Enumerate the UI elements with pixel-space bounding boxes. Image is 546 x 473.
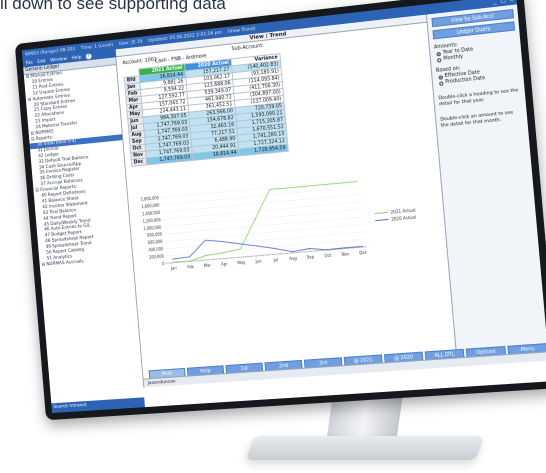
radio-selected-icon[interactable]: [436, 51, 441, 56]
series-line-0: [168, 182, 363, 263]
based-on-group: Based on: Effective Date Production Date: [436, 60, 519, 86]
x-tick-label: Feb: [187, 264, 195, 270]
legend-label: 2020 Actual: [391, 214, 416, 222]
trend-table: 2021 Actual 2020 Actual Variance Bfd 16,8…: [123, 53, 289, 167]
y-tick-label: 600,000: [148, 240, 163, 245]
amount-help-note: Double-click an amount to see the detail…: [440, 110, 514, 129]
gridline: [163, 209, 363, 227]
x-tick-label: Jan: [170, 265, 178, 271]
radio-icon[interactable]: [436, 57, 442, 63]
monitor: WINS3 (Ranger) 08-201 Time: 1 (Level) User…: [0, 0, 546, 473]
subaccount-label: Sub-Account:: [231, 42, 265, 53]
y-tick-label: 1,600,000: [141, 203, 160, 209]
legend-swatch: [375, 212, 388, 213]
gridline: [161, 187, 361, 205]
monitor-bezel: WINS3 (Ranger) 08-201 Time: 1 (Level) User…: [14, 0, 546, 421]
close-icon[interactable]: x: [510, 0, 514, 3]
gridline: [165, 232, 365, 249]
y-tick-label: 1,000,000: [143, 225, 162, 231]
x-tick-label: Mar: [204, 262, 212, 268]
maximize-icon[interactable]: □: [500, 0, 506, 4]
y-tick-label: 1,400,000: [142, 211, 161, 217]
menu-edit[interactable]: Edit: [37, 59, 46, 65]
monthly-label: Monthly: [443, 54, 464, 62]
y-tick-label: 1,800,000: [141, 196, 160, 202]
x-tick-label: Jul: [272, 257, 278, 263]
amounts-group: Amounts: Year to Date Monthly: [434, 37, 517, 63]
legend-label: 2021 Actual: [390, 207, 415, 215]
x-tick-label: Nov: [341, 251, 350, 257]
gridline: [161, 179, 361, 197]
heading-help-note: Double-click a heading to see the detail…: [438, 88, 519, 108]
x-tick-label: May: [237, 260, 246, 266]
radio-icon[interactable]: [439, 80, 444, 86]
account-label: Account: 1001: [122, 56, 158, 67]
menu-help[interactable]: Help: [71, 55, 81, 61]
app-window: WINS3 (Ranger) 08-201 Time: 1 (Level) User…: [21, 0, 546, 414]
row-header-cell: Dec: [131, 157, 147, 167]
x-tick-label: Dec: [359, 250, 367, 256]
y-tick-label: 200,000: [149, 254, 164, 259]
trend-chart-svg: 1,800,0001,600,000 1,400,0001,200,0001,00…: [141, 167, 416, 271]
legend-swatch: [375, 219, 388, 220]
status-user: jasonduncan: [147, 378, 176, 386]
tree-items: ⊟ Manual Entries: 10 Entries 11 Post Entri…: [24, 65, 133, 269]
titlebar-item: User: JS 19: [118, 39, 143, 47]
options-panel: View by Sub-Acct Ledger Query Amounts: Y…: [425, 4, 546, 367]
y-tick-label: 0: [162, 262, 165, 266]
y-tick-label: 800,000: [147, 233, 162, 238]
trend-chart: 1,800,000 1,600,000 1,400,000 1,200,000 1,00…: [134, 167, 443, 278]
x-tick-label: Oct: [324, 252, 332, 258]
minimize-icon[interactable]: _: [493, 0, 496, 5]
x-tick-label: Jun: [254, 258, 262, 264]
monitor-stand-base: [245, 436, 485, 460]
gridline: [164, 217, 364, 234]
gridline: [164, 224, 364, 241]
x-tick-label: Sep: [307, 254, 315, 260]
x-tick-label: Apr: [221, 261, 228, 267]
gridline: [162, 194, 362, 212]
x-tick-label: Aug: [289, 255, 297, 261]
main-panel: View / Trend Account: 1001 Cash - FNB - …: [115, 4, 546, 388]
radio-selected-icon[interactable]: [438, 74, 443, 80]
search-intranet-link[interactable]: Search Intranet: [51, 397, 145, 414]
help-icon[interactable]: ?: [85, 53, 92, 60]
y-tick-label: 400,000: [148, 247, 163, 252]
y-tick-label: 1,200,000: [143, 218, 162, 224]
menu-file[interactable]: File: [25, 60, 32, 66]
